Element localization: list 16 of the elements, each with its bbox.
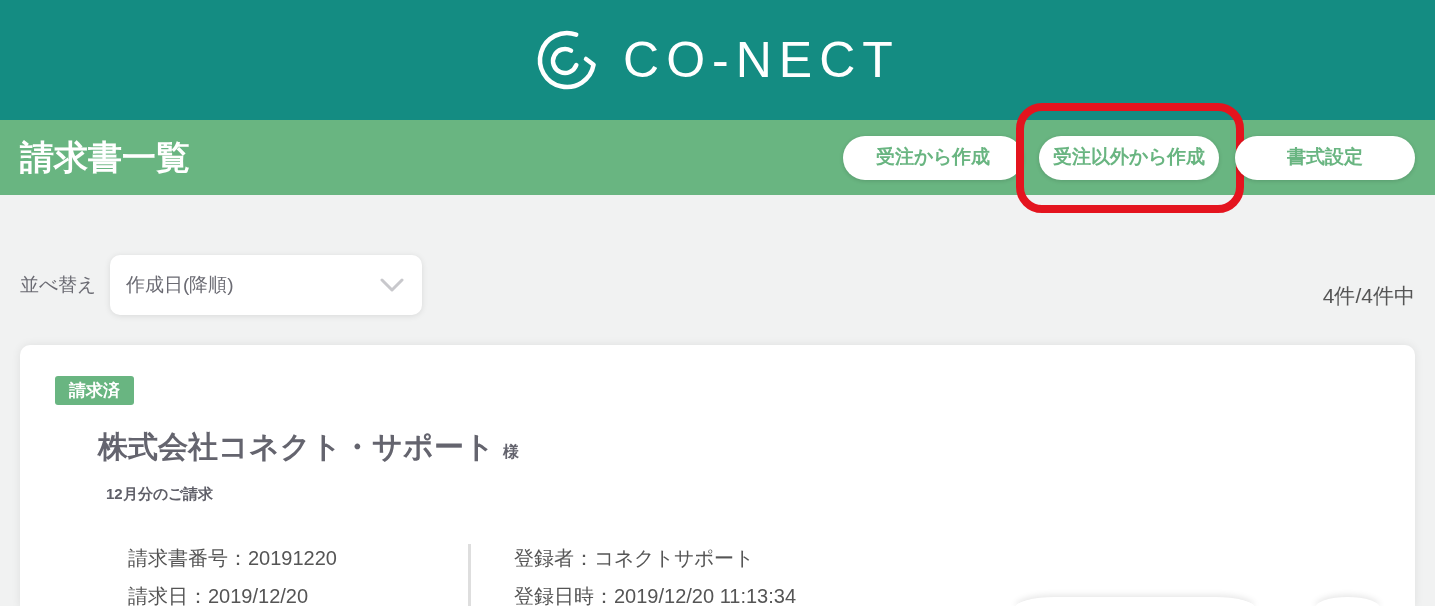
detail-text: 登録日時：2019/12/20 11:13:34 xyxy=(514,586,797,606)
sort-label: 並べ替え xyxy=(20,273,96,297)
chevron-down-icon xyxy=(380,278,404,292)
logo-text: CO-NECT xyxy=(623,35,900,85)
detail-text: 登録者：コネクトサポート xyxy=(514,548,755,568)
action-button[interactable]: 受注以外から作成 xyxy=(1039,135,1219,180)
billing-period: 12月分のご請求 xyxy=(106,485,213,502)
honorific-text: 様 xyxy=(503,442,519,462)
action-button[interactable]: 書式設定 xyxy=(1235,135,1415,180)
company-name: 株式会社コネクト・サポート xyxy=(98,429,495,465)
sort-dropdown[interactable]: 作成日(降順) xyxy=(110,255,422,315)
detail-text: 請求日：2019/12/20 xyxy=(128,586,310,606)
page-title: 請求書一覧 xyxy=(20,137,190,178)
status-badge: 請求済 xyxy=(55,376,134,405)
result-count: 4件/4件中 xyxy=(1322,284,1415,309)
detail-text: 請求書番号：20191220 xyxy=(128,548,338,568)
